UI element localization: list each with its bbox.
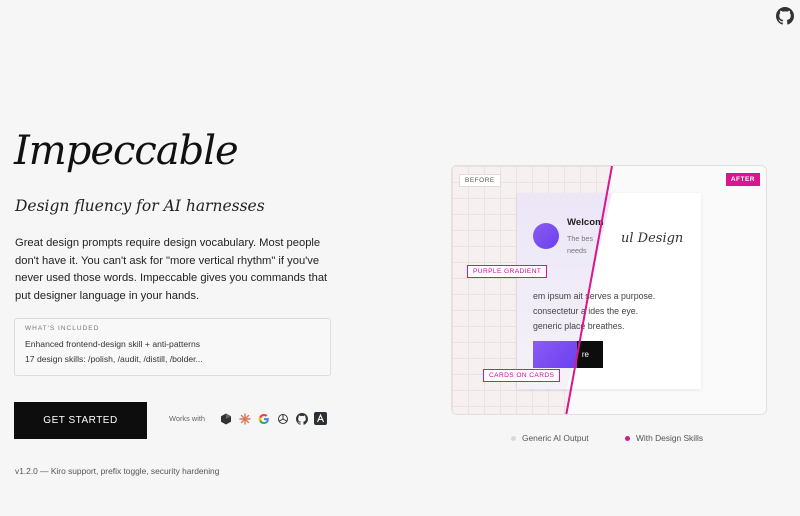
github-copilot-icon[interactable] [295, 412, 308, 425]
before-tag: BEFORE [459, 174, 501, 187]
openai-icon[interactable] [276, 412, 289, 425]
card-button-gradient [533, 341, 577, 368]
get-started-button[interactable]: GET STARTED [14, 402, 147, 439]
page-subtitle: Design fluency for AI harnesses [15, 197, 265, 215]
card-button-label: re [581, 350, 589, 359]
legend-before-label: Generic AI Output [522, 433, 589, 443]
antigravity-icon[interactable] [314, 412, 328, 425]
card-body-text: em ipsum ait serves a purpose. consectet… [533, 289, 655, 334]
annotation-purple-gradient: PURPLE GRADIENT [467, 265, 548, 278]
intro-paragraph: Great design prompts require design voca… [15, 237, 328, 302]
whats-included-box: WHAT'S INCLUDED Enhanced frontend-design… [14, 318, 331, 376]
works-with-row: Works with [169, 412, 328, 425]
legend-dot-icon [511, 435, 516, 441]
whats-included-label: WHAT'S INCLUDED [25, 325, 100, 332]
legend-before: Generic AI Output [511, 433, 589, 443]
sample-card: Welcom The bes needs ul Design em ipsum … [517, 193, 701, 389]
before-after-demo[interactable]: BEFORE AFTER Welcom The bes needs ul Des… [451, 165, 767, 415]
legend-dot-icon [625, 435, 630, 441]
claude-icon[interactable] [238, 412, 251, 425]
after-tag: AFTER [725, 173, 760, 186]
card-body-line: generic place breathes. [533, 321, 625, 331]
legend-after-label: With Design Skills [636, 433, 704, 443]
card-body-line: consectetur a ides the eye. [533, 306, 639, 316]
card-body-line: em ipsum ait serves a purpose. [533, 291, 656, 301]
included-item: Enhanced frontend-design skill + anti-pa… [25, 339, 201, 349]
version-note: v1.2.0 — Kiro support, prefix toggle, se… [15, 466, 220, 476]
included-item: 17 design skills: /polish, /audit, /dist… [25, 354, 203, 364]
card-button: re [533, 341, 603, 368]
avatar [533, 223, 559, 249]
works-with-label: Works with [169, 414, 206, 423]
card-sub-text: The bes needs [567, 234, 593, 255]
card-after-heading: ul Design [621, 231, 684, 246]
page-title: Impeccable [14, 128, 239, 174]
annotation-cards-on-cards: CARDS ON CARDS [483, 369, 561, 382]
github-icon[interactable] [776, 7, 794, 25]
cursor-icon[interactable] [219, 412, 232, 425]
google-gemini-icon[interactable] [257, 412, 270, 425]
legend-after: With Design Skills [625, 433, 703, 443]
card-welcome-text: Welcom [567, 217, 604, 228]
